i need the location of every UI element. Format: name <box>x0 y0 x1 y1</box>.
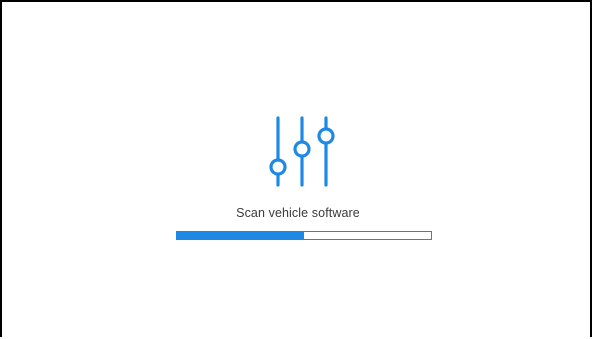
status-text: Scan vehicle software <box>236 206 360 220</box>
loading-panel: Scan vehicle software <box>2 2 592 339</box>
progress-bar-fill <box>177 232 304 239</box>
sliders-adjust-icon <box>269 116 335 187</box>
app-window: Scan vehicle software <box>0 0 592 337</box>
progress-bar <box>176 231 432 240</box>
